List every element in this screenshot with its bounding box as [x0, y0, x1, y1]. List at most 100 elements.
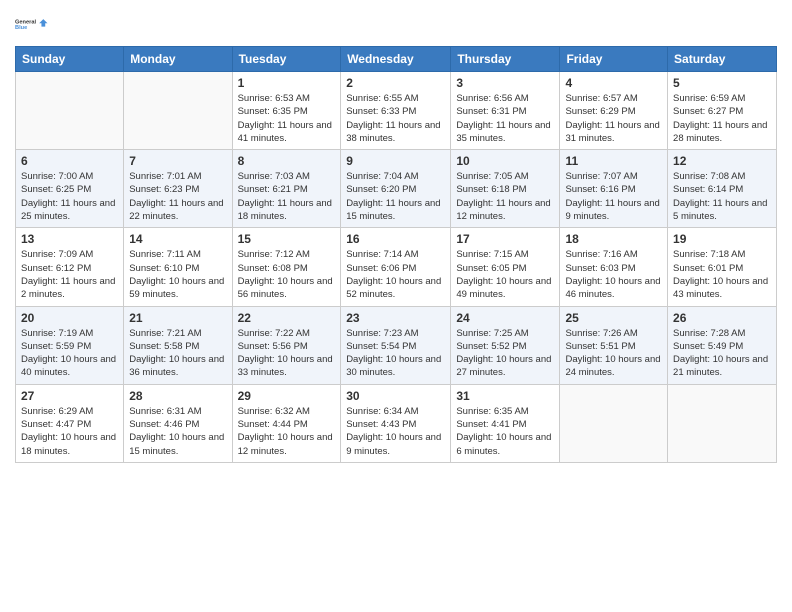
- day-info: Sunrise: 7:07 AMSunset: 6:16 PMDaylight:…: [565, 170, 662, 223]
- calendar-cell: 9 Sunrise: 7:04 AMSunset: 6:20 PMDaylight…: [341, 150, 451, 228]
- calendar-cell: 31 Sunrise: 6:35 AMSunset: 4:41 PMDayligh…: [451, 384, 560, 462]
- calendar-week-row: 20Sunrise: 7:19 AMSunset: 5:59 PMDayligh…: [16, 306, 777, 384]
- day-info: Sunrise: 7:04 AMSunset: 6:20 PMDaylight:…: [346, 170, 445, 223]
- day-info: Sunrise: 6:55 AMSunset: 6:33 PMDaylight:…: [346, 92, 445, 145]
- day-number: 6: [21, 154, 118, 168]
- day-info: Sunrise: 7:01 AMSunset: 6:23 PMDaylight:…: [129, 170, 226, 223]
- day-info: Sunrise: 6:31 AMSunset: 4:46 PMDaylight:…: [129, 405, 226, 458]
- day-info: Sunrise: 6:35 AMSunset: 4:41 PMDaylight:…: [456, 405, 554, 458]
- day-number: 26: [673, 311, 771, 325]
- calendar-cell: 2 Sunrise: 6:55 AMSunset: 6:33 PMDaylight…: [341, 72, 451, 150]
- day-info: Sunrise: 7:28 AMSunset: 5:49 PMDaylight:…: [673, 327, 771, 380]
- calendar-cell: 27 Sunrise: 6:29 AMSunset: 4:47 PMDayligh…: [16, 384, 124, 462]
- day-info: Sunrise: 7:14 AMSunset: 6:06 PMDaylight:…: [346, 248, 445, 301]
- day-number: 16: [346, 232, 445, 246]
- weekday-header: Monday: [124, 47, 232, 72]
- calendar-cell: 12 Sunrise: 7:08 AMSunset: 6:14 PMDayligh…: [668, 150, 777, 228]
- day-number: 22: [238, 311, 336, 325]
- day-number: 10: [456, 154, 554, 168]
- header: General Blue: [15, 10, 777, 38]
- calendar-week-row: 27 Sunrise: 6:29 AMSunset: 4:47 PMDayligh…: [16, 384, 777, 462]
- day-number: 21: [129, 311, 226, 325]
- day-info: Sunrise: 7:23 AMSunset: 5:54 PMDaylight:…: [346, 327, 445, 380]
- calendar-cell: 1Sunrise: 6:53 AMSunset: 6:35 PMDaylight…: [232, 72, 341, 150]
- calendar-cell: 18Sunrise: 7:16 AMSunset: 6:03 PMDayligh…: [560, 228, 668, 306]
- calendar-cell: 6 Sunrise: 7:00 AMSunset: 6:25 PMDaylight…: [16, 150, 124, 228]
- calendar-cell: 23 Sunrise: 7:23 AMSunset: 5:54 PMDayligh…: [341, 306, 451, 384]
- day-info: Sunrise: 7:21 AMSunset: 5:58 PMDaylight:…: [129, 327, 226, 380]
- day-number: 3: [456, 76, 554, 90]
- day-number: 30: [346, 389, 445, 403]
- day-info: Sunrise: 6:56 AMSunset: 6:31 PMDaylight:…: [456, 92, 554, 145]
- calendar-header-row: SundayMondayTuesdayWednesdayThursdayFrid…: [16, 47, 777, 72]
- day-info: Sunrise: 6:57 AMSunset: 6:29 PMDaylight:…: [565, 92, 662, 145]
- day-info: Sunrise: 7:05 AMSunset: 6:18 PMDaylight:…: [456, 170, 554, 223]
- weekday-header: Saturday: [668, 47, 777, 72]
- calendar-cell: 15Sunrise: 7:12 AMSunset: 6:08 PMDayligh…: [232, 228, 341, 306]
- calendar-cell: 11 Sunrise: 7:07 AMSunset: 6:16 PMDayligh…: [560, 150, 668, 228]
- day-number: 11: [565, 154, 662, 168]
- day-info: Sunrise: 6:59 AMSunset: 6:27 PMDaylight:…: [673, 92, 771, 145]
- day-number: 8: [238, 154, 336, 168]
- calendar-cell: 29 Sunrise: 6:32 AMSunset: 4:44 PMDayligh…: [232, 384, 341, 462]
- day-number: 18: [565, 232, 662, 246]
- day-info: Sunrise: 7:00 AMSunset: 6:25 PMDaylight:…: [21, 170, 118, 223]
- weekday-header: Tuesday: [232, 47, 341, 72]
- day-number: 14: [129, 232, 226, 246]
- weekday-header: Wednesday: [341, 47, 451, 72]
- day-info: Sunrise: 6:34 AMSunset: 4:43 PMDaylight:…: [346, 405, 445, 458]
- page: General Blue SundayMondayTuesdayWednesda…: [0, 0, 792, 612]
- day-info: Sunrise: 7:11 AMSunset: 6:10 PMDaylight:…: [129, 248, 226, 301]
- calendar-week-row: 1Sunrise: 6:53 AMSunset: 6:35 PMDaylight…: [16, 72, 777, 150]
- day-number: 29: [238, 389, 336, 403]
- day-number: 17: [456, 232, 554, 246]
- logo-svg: General Blue: [15, 10, 49, 38]
- weekday-header: Friday: [560, 47, 668, 72]
- day-number: 20: [21, 311, 118, 325]
- day-number: 27: [21, 389, 118, 403]
- day-info: Sunrise: 6:29 AMSunset: 4:47 PMDaylight:…: [21, 405, 118, 458]
- calendar-cell: [16, 72, 124, 150]
- day-number: 31: [456, 389, 554, 403]
- calendar-cell: 22 Sunrise: 7:22 AMSunset: 5:56 PMDayligh…: [232, 306, 341, 384]
- day-number: 9: [346, 154, 445, 168]
- day-info: Sunrise: 7:26 AMSunset: 5:51 PMDaylight:…: [565, 327, 662, 380]
- calendar-cell: [560, 384, 668, 462]
- day-number: 4: [565, 76, 662, 90]
- calendar-cell: 10 Sunrise: 7:05 AMSunset: 6:18 PMDayligh…: [451, 150, 560, 228]
- day-number: 2: [346, 76, 445, 90]
- calendar-cell: 17 Sunrise: 7:15 AMSunset: 6:05 PMDayligh…: [451, 228, 560, 306]
- calendar-cell: 24Sunrise: 7:25 AMSunset: 5:52 PMDayligh…: [451, 306, 560, 384]
- day-number: 7: [129, 154, 226, 168]
- day-number: 23: [346, 311, 445, 325]
- calendar-cell: 21 Sunrise: 7:21 AMSunset: 5:58 PMDayligh…: [124, 306, 232, 384]
- day-info: Sunrise: 7:22 AMSunset: 5:56 PMDaylight:…: [238, 327, 336, 380]
- day-number: 12: [673, 154, 771, 168]
- calendar-cell: 28Sunrise: 6:31 AMSunset: 4:46 PMDayligh…: [124, 384, 232, 462]
- day-info: Sunrise: 7:15 AMSunset: 6:05 PMDaylight:…: [456, 248, 554, 301]
- day-info: Sunrise: 7:08 AMSunset: 6:14 PMDaylight:…: [673, 170, 771, 223]
- calendar-cell: [668, 384, 777, 462]
- calendar-week-row: 13 Sunrise: 7:09 AMSunset: 6:12 PMDayligh…: [16, 228, 777, 306]
- calendar-table: SundayMondayTuesdayWednesdayThursdayFrid…: [15, 46, 777, 463]
- calendar-cell: 16 Sunrise: 7:14 AMSunset: 6:06 PMDayligh…: [341, 228, 451, 306]
- day-number: 13: [21, 232, 118, 246]
- calendar-cell: [124, 72, 232, 150]
- calendar-cell: 4 Sunrise: 6:57 AMSunset: 6:29 PMDaylight…: [560, 72, 668, 150]
- day-number: 1: [238, 76, 336, 90]
- day-number: 5: [673, 76, 771, 90]
- day-number: 25: [565, 311, 662, 325]
- day-info: Sunrise: 6:32 AMSunset: 4:44 PMDaylight:…: [238, 405, 336, 458]
- calendar-cell: 7 Sunrise: 7:01 AMSunset: 6:23 PMDaylight…: [124, 150, 232, 228]
- weekday-header: Sunday: [16, 47, 124, 72]
- calendar-cell: 8Sunrise: 7:03 AMSunset: 6:21 PMDaylight…: [232, 150, 341, 228]
- calendar-cell: 19 Sunrise: 7:18 AMSunset: 6:01 PMDayligh…: [668, 228, 777, 306]
- calendar-cell: 5 Sunrise: 6:59 AMSunset: 6:27 PMDaylight…: [668, 72, 777, 150]
- calendar-cell: 20Sunrise: 7:19 AMSunset: 5:59 PMDayligh…: [16, 306, 124, 384]
- day-number: 19: [673, 232, 771, 246]
- calendar-cell: 3 Sunrise: 6:56 AMSunset: 6:31 PMDaylight…: [451, 72, 560, 150]
- day-number: 15: [238, 232, 336, 246]
- day-info: Sunrise: 7:09 AMSunset: 6:12 PMDaylight:…: [21, 248, 118, 301]
- day-info: Sunrise: 7:18 AMSunset: 6:01 PMDaylight:…: [673, 248, 771, 301]
- calendar-cell: 30 Sunrise: 6:34 AMSunset: 4:43 PMDayligh…: [341, 384, 451, 462]
